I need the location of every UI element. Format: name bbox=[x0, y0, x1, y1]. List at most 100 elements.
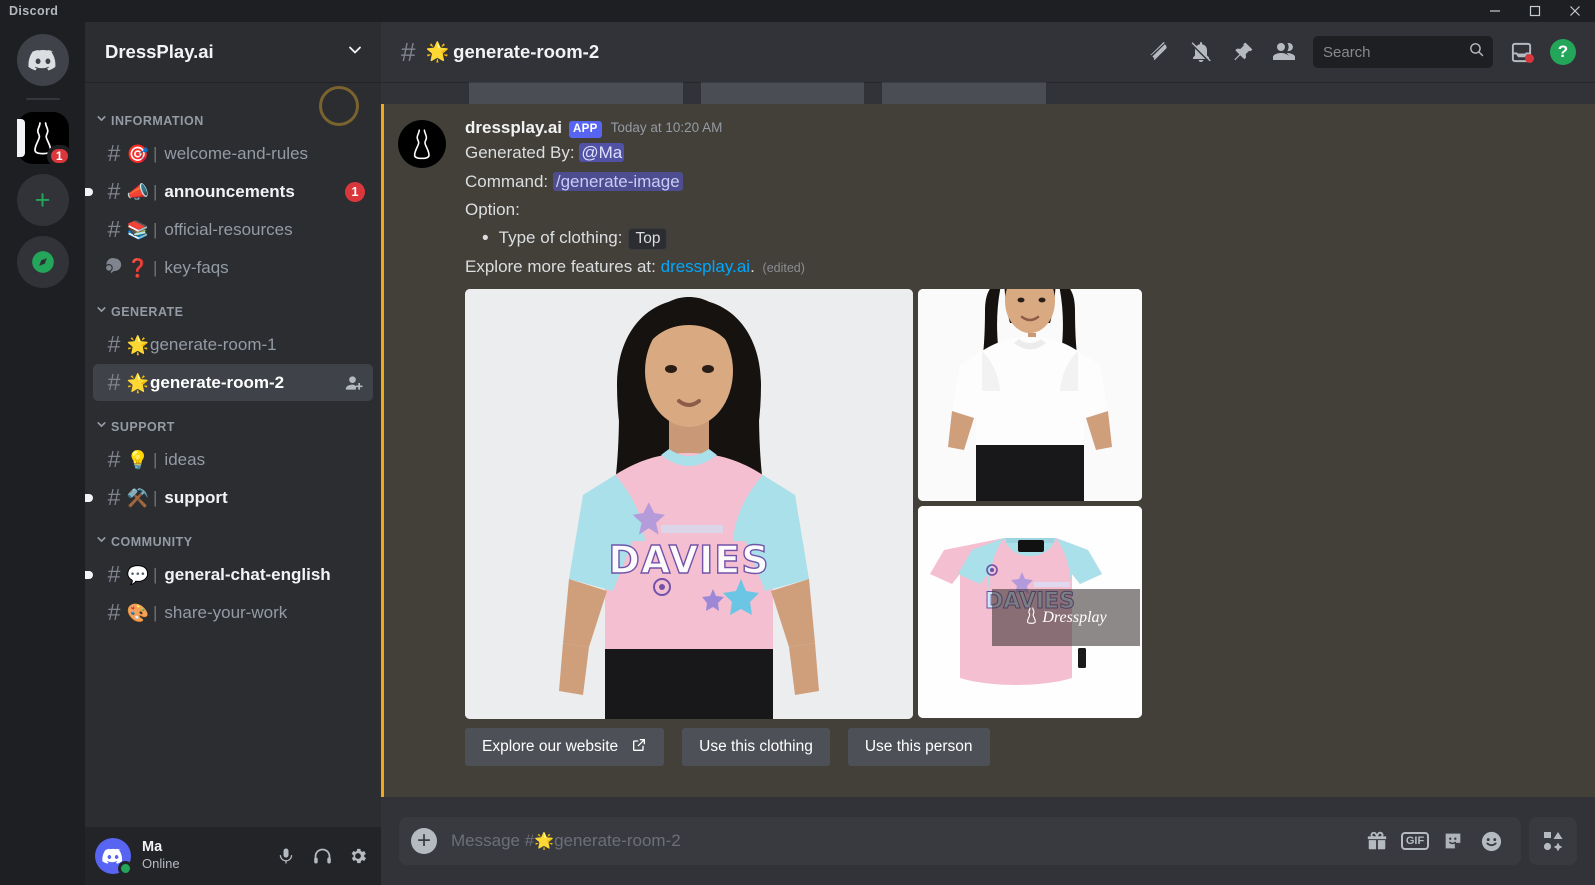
explore-line: Explore more features at: dressplay.ai. … bbox=[465, 254, 1577, 280]
gif-icon[interactable]: GIF bbox=[1399, 825, 1431, 857]
unread-indicator bbox=[85, 570, 93, 579]
avatar[interactable] bbox=[95, 838, 133, 876]
category-label: SUPPORT bbox=[111, 420, 175, 434]
channel-separator: | bbox=[153, 257, 158, 277]
minimize-button[interactable] bbox=[1475, 0, 1515, 22]
add-members-icon[interactable] bbox=[345, 373, 365, 393]
generated-by-label: Generated By: bbox=[465, 143, 575, 163]
sidebar-item-general-chat-english[interactable]: # 💬 | general-chat-english bbox=[85, 556, 373, 593]
apps-button[interactable] bbox=[1529, 817, 1577, 865]
channel-unread-badge: 1 bbox=[345, 181, 365, 202]
notification-muted-icon[interactable] bbox=[1181, 32, 1221, 72]
sidebar-item-welcome-and-rules[interactable]: # 🎯 | welcome-and-rules bbox=[93, 135, 373, 172]
channel-sidebar: DressPlay.ai INFORMATION # 🎯 | welcome-and-r… bbox=[85, 22, 381, 885]
image-gallery: DAVIES DAVIES Dressplay bbox=[465, 289, 1577, 720]
sidebar-item-ideas[interactable]: # 💡 | ideas bbox=[93, 441, 373, 478]
gear-icon[interactable] bbox=[341, 839, 375, 873]
sidebar-item-official-resources[interactable]: # 📚 | official-resources bbox=[93, 211, 373, 248]
main-generated-image[interactable]: DAVIES DAVIES bbox=[465, 289, 913, 720]
hash-icon: # bbox=[107, 140, 121, 166]
sidebar-item-label: support bbox=[164, 487, 228, 507]
inbox-icon[interactable] bbox=[1501, 32, 1541, 72]
hash-icon: # bbox=[107, 599, 121, 625]
server-rail: 1 + bbox=[0, 22, 85, 885]
emoji-icon[interactable] bbox=[1475, 825, 1507, 857]
threads-icon[interactable] bbox=[1139, 32, 1179, 72]
hash-icon: # bbox=[107, 369, 121, 395]
forum-icon bbox=[102, 256, 126, 279]
watermark-dress-icon bbox=[1025, 606, 1038, 630]
sidebar-item-share-your-work[interactable]: # 🎨 | share-your-work bbox=[93, 594, 373, 631]
help-icon[interactable]: ? bbox=[1543, 32, 1583, 72]
category-label: GENERATE bbox=[111, 305, 184, 319]
sidebar-item-generate-room-1[interactable]: # 🌟 generate-room-1 bbox=[93, 326, 373, 363]
message-item: dressplay.ai APP Today at 10:20 AM Gener… bbox=[381, 104, 1595, 797]
message-list[interactable]: dressplay.ai APP Today at 10:20 AM Gener… bbox=[381, 82, 1595, 797]
category-header-community[interactable]: COMMUNITY bbox=[85, 517, 381, 555]
page-title: generate-room-2 bbox=[453, 41, 600, 62]
use-this-clothing-label: Use this clothing bbox=[699, 738, 813, 756]
explore-our-website-button[interactable]: Explore our website bbox=[465, 728, 665, 767]
channel-separator: | bbox=[153, 487, 158, 507]
compass-icon bbox=[16, 236, 69, 288]
attach-file-icon[interactable]: + bbox=[411, 828, 437, 854]
bullet-icon: • bbox=[482, 228, 489, 250]
microphone-icon[interactable] bbox=[269, 839, 303, 873]
headphones-icon[interactable] bbox=[305, 839, 339, 873]
sidebar-item-announcements[interactable]: # 📣 | announcements 1 bbox=[85, 173, 373, 210]
person-reference-image[interactable] bbox=[918, 289, 1142, 502]
server-header[interactable]: DressPlay.ai bbox=[85, 22, 381, 82]
status-badge bbox=[118, 861, 133, 876]
help-glyph: ? bbox=[1550, 39, 1576, 65]
command-value[interactable]: /generate-image bbox=[552, 171, 683, 191]
sidebar-item-generate-room-2[interactable]: # 🌟 generate-room-2 bbox=[93, 364, 373, 401]
close-button[interactable] bbox=[1555, 0, 1595, 22]
dressplay-link[interactable]: dressplay.ai bbox=[661, 257, 750, 276]
rail-item-dressplay-server[interactable]: 1 bbox=[16, 112, 72, 167]
unread-indicator bbox=[85, 493, 93, 502]
search-input[interactable]: Search bbox=[1313, 36, 1493, 68]
gift-icon[interactable] bbox=[1361, 825, 1393, 857]
rail-item-explore[interactable] bbox=[16, 236, 69, 288]
message-action-buttons: Explore our website Use this clothing Us… bbox=[465, 728, 1577, 767]
explore-our-website-label: Explore our website bbox=[482, 738, 619, 756]
channel-list[interactable]: INFORMATION # 🎯 | welcome-and-rules # 📣 | announ… bbox=[85, 82, 381, 827]
channel-separator: | bbox=[153, 181, 158, 201]
message-author-avatar[interactable] bbox=[398, 120, 446, 168]
sidebar-item-key-faqs[interactable]: ❓ | key-faqs bbox=[93, 249, 373, 286]
pin-icon[interactable] bbox=[1223, 32, 1263, 72]
message-header: dressplay.ai APP Today at 10:20 AM bbox=[465, 118, 1577, 138]
generated-by-line: Generated By: @Ma bbox=[465, 140, 1577, 166]
app-title: Discord bbox=[9, 4, 59, 18]
maximize-button[interactable] bbox=[1515, 0, 1555, 22]
sidebar-item-support[interactable]: # ⚒️ | support bbox=[85, 479, 373, 516]
message-input[interactable]: + Message #🌟generate-room-2 GIF bbox=[399, 817, 1521, 865]
user-mention[interactable]: @Ma bbox=[579, 143, 625, 163]
sidebar-item-label: general-chat-english bbox=[164, 564, 331, 584]
sticker-icon[interactable] bbox=[1437, 825, 1469, 857]
category-label: COMMUNITY bbox=[111, 535, 193, 549]
watermark-text: Dressplay bbox=[1042, 608, 1107, 626]
placeholder-emoji: 🌟 bbox=[534, 833, 555, 850]
user-name: Ma bbox=[142, 839, 163, 856]
app-badge: APP bbox=[569, 120, 602, 138]
clothing-reference-image[interactable]: DAVIES DAVIES Dressplay bbox=[918, 506, 1142, 719]
use-this-person-label: Use this person bbox=[864, 738, 973, 756]
chevron-down-icon bbox=[95, 303, 108, 321]
use-this-person-button[interactable]: Use this person bbox=[847, 728, 990, 767]
channel-emoji: ⚒️ bbox=[126, 487, 150, 508]
channel-separator: | bbox=[153, 449, 158, 469]
option-item: • Type of clothing: Top bbox=[465, 225, 1577, 251]
category-header-support[interactable]: SUPPORT bbox=[85, 402, 381, 440]
rail-item-add-server[interactable]: + bbox=[16, 174, 69, 226]
sidebar-item-label: announcements bbox=[164, 181, 295, 201]
message-author[interactable]: dressplay.ai bbox=[465, 118, 562, 138]
channel-header: # 🌟 generate-room-2 Search ? bbox=[381, 22, 1595, 82]
members-icon[interactable] bbox=[1265, 32, 1305, 72]
rail-item-home[interactable] bbox=[16, 34, 69, 86]
use-this-clothing-button[interactable]: Use this clothing bbox=[682, 728, 830, 767]
hash-icon: # bbox=[401, 37, 416, 67]
category-header-generate[interactable]: GENERATE bbox=[85, 287, 381, 325]
channel-emoji: 🌟 bbox=[425, 42, 450, 63]
chevron-down-icon bbox=[95, 112, 108, 130]
